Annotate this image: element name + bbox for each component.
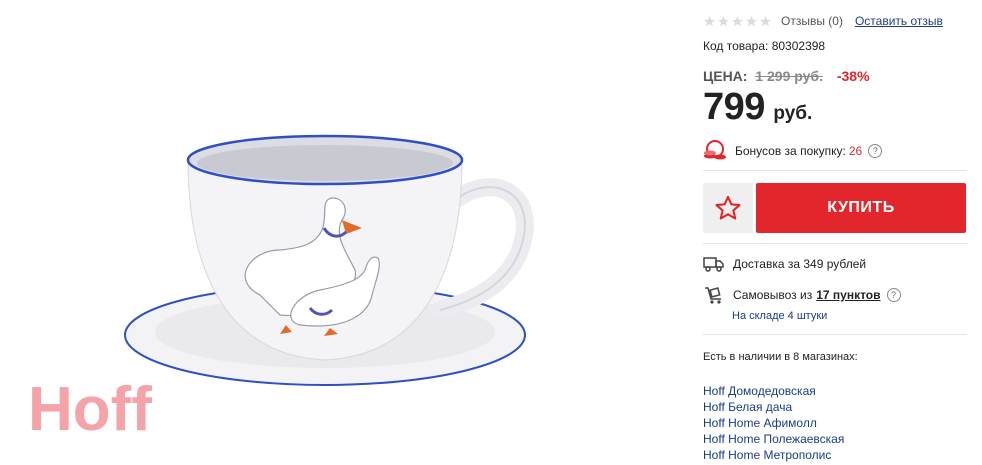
price-current-row: 799 руб. <box>703 86 812 129</box>
bonus-label: Бонусов за покупку: <box>735 144 846 158</box>
star-icon <box>746 15 757 26</box>
buy-button[interactable]: КУПИТЬ <box>756 183 966 233</box>
store-link[interactable]: Hoff Домодедовская <box>703 383 844 399</box>
bonus-coins-icon <box>704 140 726 160</box>
store-link[interactable]: Hoff Home Метрополис <box>703 447 844 463</box>
bonus-value: 26 <box>848 144 863 158</box>
reviews-link[interactable]: Отзывы (0) <box>781 14 843 28</box>
pickup-points-link[interactable]: 17 пунктов <box>816 288 880 302</box>
store-link[interactable]: Hoff Home Полежаевская <box>703 431 844 447</box>
star-icon <box>718 15 729 26</box>
stores-list: Hoff Домодедовская Hoff Белая дача Hoff … <box>703 383 844 463</box>
star-icon <box>704 15 715 26</box>
pickup-label: Самовывоз из <box>733 288 813 302</box>
star-icon <box>732 15 743 26</box>
product-code: Код товара: 80302398 <box>703 39 826 53</box>
stores-title: Есть в наличии в 8 магазинах: <box>703 351 858 363</box>
store-link[interactable]: Hoff Белая дача <box>703 399 844 415</box>
truck-icon <box>703 257 724 272</box>
product-image[interactable] <box>110 120 540 390</box>
price-label: ЦЕНА: <box>703 68 748 84</box>
product-gallery: Hoff <box>0 0 690 465</box>
price-old-row: ЦЕНА: 1 299 руб. -38% <box>703 68 870 84</box>
star-outline-icon <box>715 195 741 220</box>
stock-note-link[interactable]: На складе 4 штуки <box>732 310 827 322</box>
pickup-row: Самовывоз из 17 пунктов ? <box>703 285 901 305</box>
current-price: 799 <box>703 86 765 128</box>
product-info-panel: Отзывы (0) Оставить отзыв Код товара: 80… <box>703 0 967 465</box>
divider <box>703 334 967 335</box>
favorite-button[interactable] <box>703 183 753 233</box>
pickup-cart-icon <box>705 287 721 304</box>
leave-review-link[interactable]: Оставить отзыв <box>855 14 943 28</box>
brand-logo[interactable]: Hoff <box>28 372 153 442</box>
bonus-row: Бонусов за покупку: 26 ? <box>703 140 883 162</box>
help-icon[interactable]: ? <box>886 288 901 302</box>
store-link[interactable]: Hoff Home Афимолл <box>703 415 844 431</box>
rating-stars[interactable] <box>703 15 772 28</box>
delivery-row: Доставка за 349 рублей <box>703 255 866 273</box>
delivery-label: Доставка за 349 рублей <box>733 257 867 271</box>
divider <box>703 170 967 171</box>
help-icon[interactable]: ? <box>868 144 883 158</box>
currency-label: руб. <box>773 103 813 124</box>
svg-text:Hoff: Hoff <box>28 375 152 442</box>
star-icon <box>760 15 771 26</box>
divider <box>703 243 967 244</box>
old-price: 1 299 руб. <box>755 68 823 84</box>
discount-badge: -38% <box>836 68 870 84</box>
rating-row: Отзывы (0) Оставить отзыв <box>703 14 943 28</box>
